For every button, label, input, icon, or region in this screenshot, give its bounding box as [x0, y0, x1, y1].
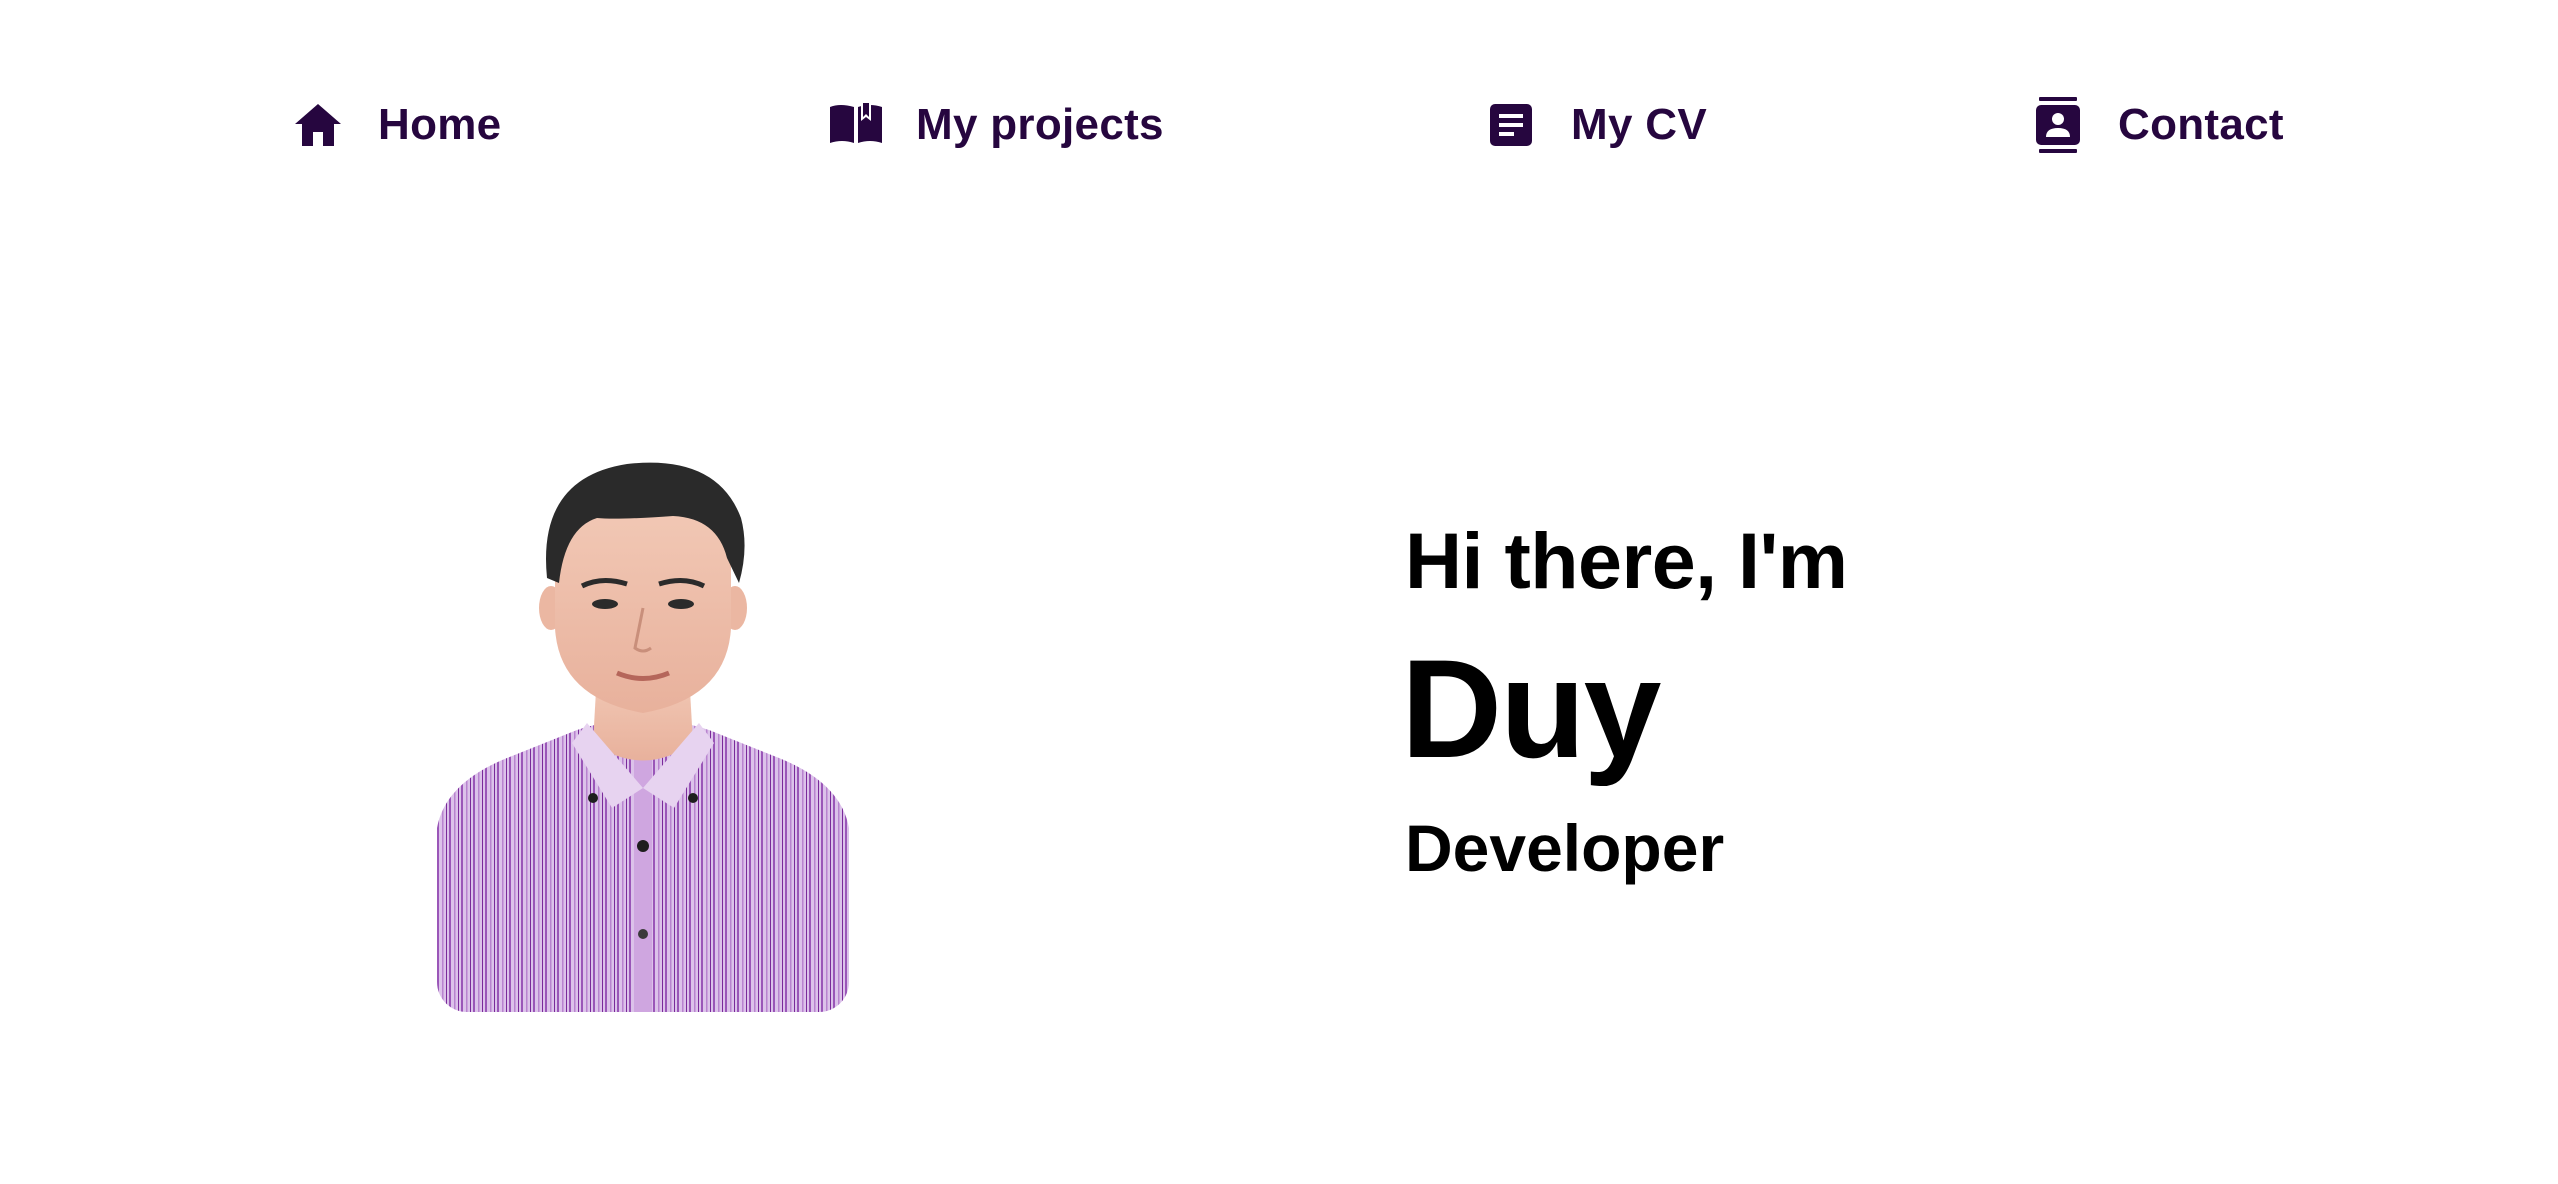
- profile-photo: [437, 458, 849, 1012]
- nav-label-home: Home: [378, 100, 502, 149]
- document-icon: [1485, 99, 1537, 151]
- hero-name: Duy: [1401, 630, 1661, 787]
- page: Home My projects My CV Contact Hi there,…: [0, 0, 2558, 1184]
- nav-item-my-projects[interactable]: My projects: [830, 95, 1164, 155]
- nav-item-home[interactable]: Home: [292, 95, 501, 155]
- nav-label-my-projects: My projects: [916, 100, 1164, 149]
- nav-item-contact[interactable]: Contact: [2032, 95, 2284, 155]
- home-icon: [292, 99, 344, 151]
- hero-greeting: Hi there, I'm: [1405, 516, 1848, 605]
- nav-label-my-cv: My CV: [1571, 100, 1707, 149]
- nav-label-contact: Contact: [2118, 100, 2284, 149]
- open-book-icon: [830, 99, 882, 151]
- nav-item-my-cv[interactable]: My CV: [1485, 95, 1707, 155]
- hero-role: Developer: [1405, 811, 1725, 885]
- contact-card-icon: [2032, 97, 2084, 153]
